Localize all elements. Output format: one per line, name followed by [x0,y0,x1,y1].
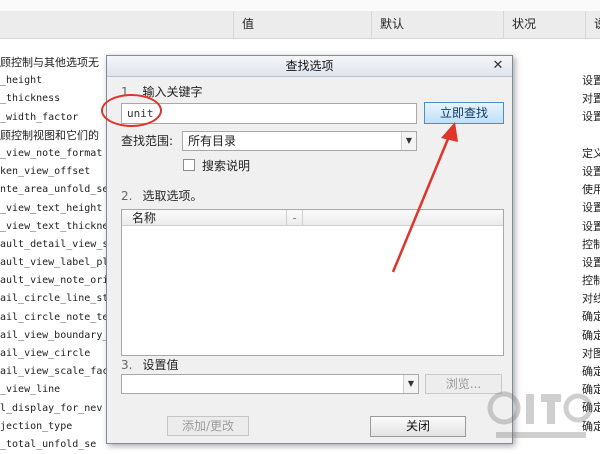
watermark-logo [487,391,593,438]
